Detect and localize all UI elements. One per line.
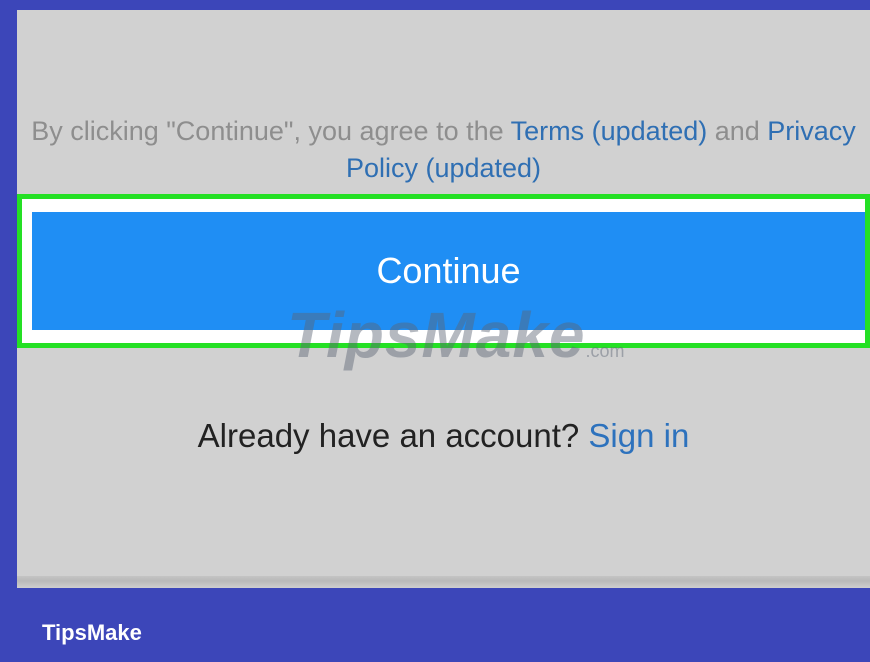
terms-middle: and: [707, 116, 768, 146]
continue-button-highlight: Continue: [17, 194, 870, 348]
terms-notice: By clicking "Continue", you agree to the…: [17, 113, 870, 187]
signin-prompt: Already have an account? Sign in: [17, 417, 870, 455]
terms-link[interactable]: Terms (updated): [511, 116, 708, 146]
continue-button[interactable]: Continue: [32, 212, 865, 330]
footer-brand: TipsMake: [42, 620, 142, 645]
panel-bottom-edge: [17, 576, 870, 588]
signin-link[interactable]: Sign in: [588, 417, 689, 454]
signin-prompt-text: Already have an account?: [197, 417, 589, 454]
terms-prefix: By clicking "Continue", you agree to the: [31, 116, 511, 146]
